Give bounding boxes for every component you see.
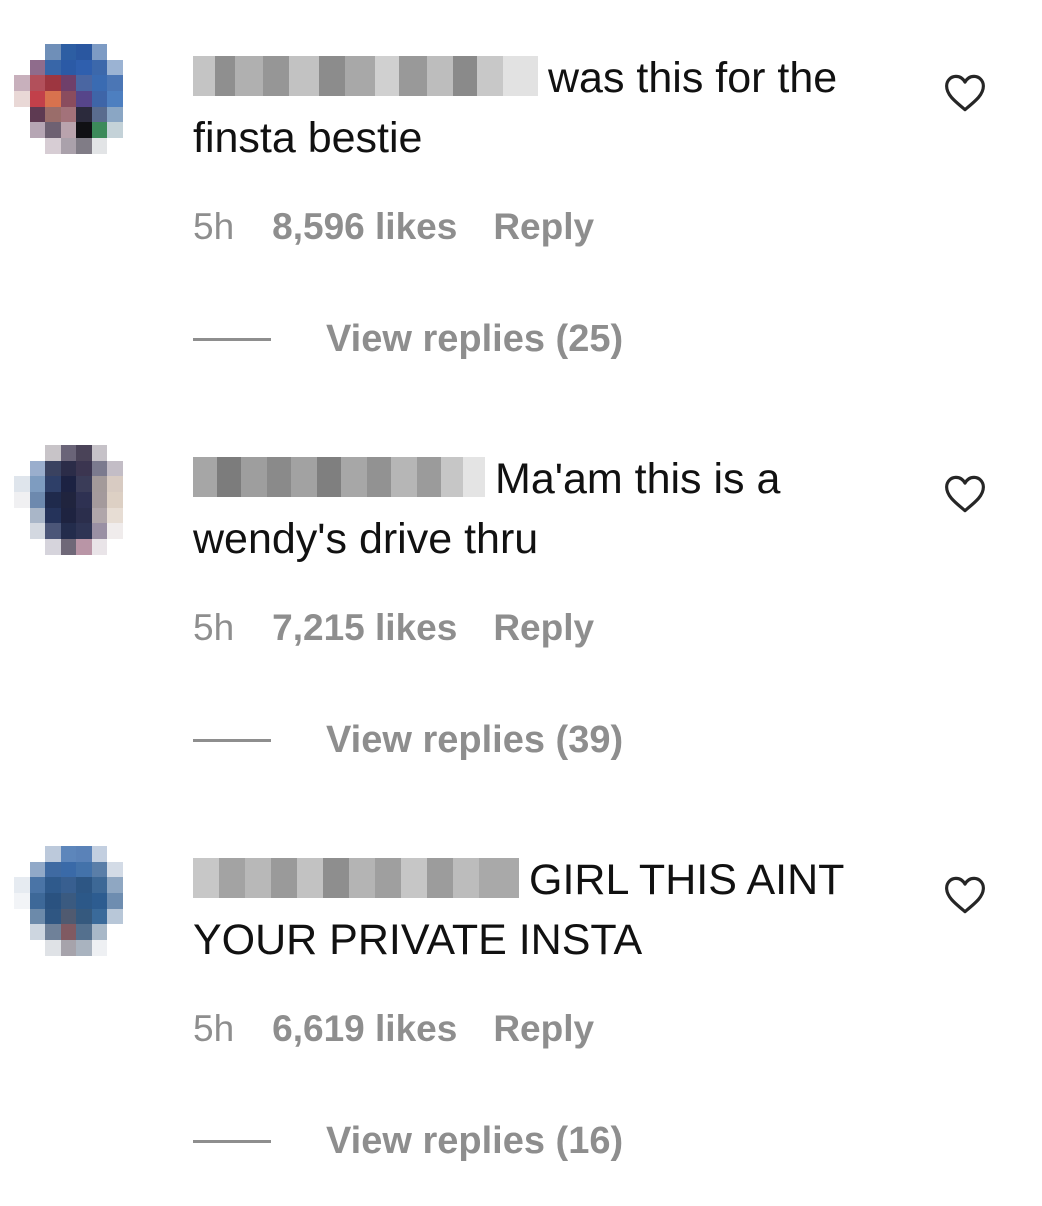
divider-line — [193, 338, 271, 341]
likes-count[interactable]: 6,619 likes — [272, 1008, 457, 1049]
comment-item: Ma'am this is a wendy's drive thru 5h 7,2… — [0, 401, 1042, 801]
heart-outline-icon[interactable] — [944, 474, 986, 514]
username-redacted[interactable] — [193, 56, 538, 96]
avatar[interactable] — [14, 44, 138, 154]
comment-item: GIRL THIS AINT YOUR PRIVATE INSTA 5h 6,61… — [0, 802, 1042, 1202]
avatar[interactable] — [14, 445, 138, 555]
divider-line — [193, 1140, 271, 1143]
view-replies-button[interactable]: View replies (39) — [193, 719, 623, 765]
username-redacted[interactable] — [193, 858, 519, 898]
comment-meta: 5h 6,619 likes Reply — [193, 1008, 630, 1050]
username-redacted[interactable] — [193, 457, 485, 497]
view-replies-button[interactable]: View replies (16) — [193, 1120, 623, 1166]
timestamp: 5h — [193, 1008, 235, 1049]
view-replies-label: View replies (25) — [326, 318, 624, 360]
comment-text: was this for the finsta bestie — [193, 48, 893, 168]
timestamp: 5h — [193, 607, 235, 648]
comment-meta: 5h 8,596 likes Reply — [193, 206, 630, 248]
comment-text: GIRL THIS AINT YOUR PRIVATE INSTA — [193, 850, 893, 970]
comment-meta: 5h 7,215 likes Reply — [193, 607, 630, 649]
divider-line — [193, 739, 271, 742]
heart-outline-icon[interactable] — [944, 73, 986, 113]
heart-outline-icon[interactable] — [944, 875, 986, 915]
reply-button[interactable]: Reply — [493, 206, 594, 247]
likes-count[interactable]: 8,596 likes — [272, 206, 457, 247]
reply-button[interactable]: Reply — [493, 1008, 594, 1049]
likes-count[interactable]: 7,215 likes — [272, 607, 457, 648]
view-replies-label: View replies (39) — [326, 719, 624, 761]
reply-button[interactable]: Reply — [493, 607, 594, 648]
view-replies-button[interactable]: View replies (25) — [193, 318, 623, 364]
avatar[interactable] — [14, 846, 138, 956]
comment-item: was this for the finsta bestie 5h 8,596 l… — [0, 0, 1042, 400]
comment-text: Ma'am this is a wendy's drive thru — [193, 449, 893, 569]
view-replies-label: View replies (16) — [326, 1120, 624, 1162]
timestamp: 5h — [193, 206, 235, 247]
